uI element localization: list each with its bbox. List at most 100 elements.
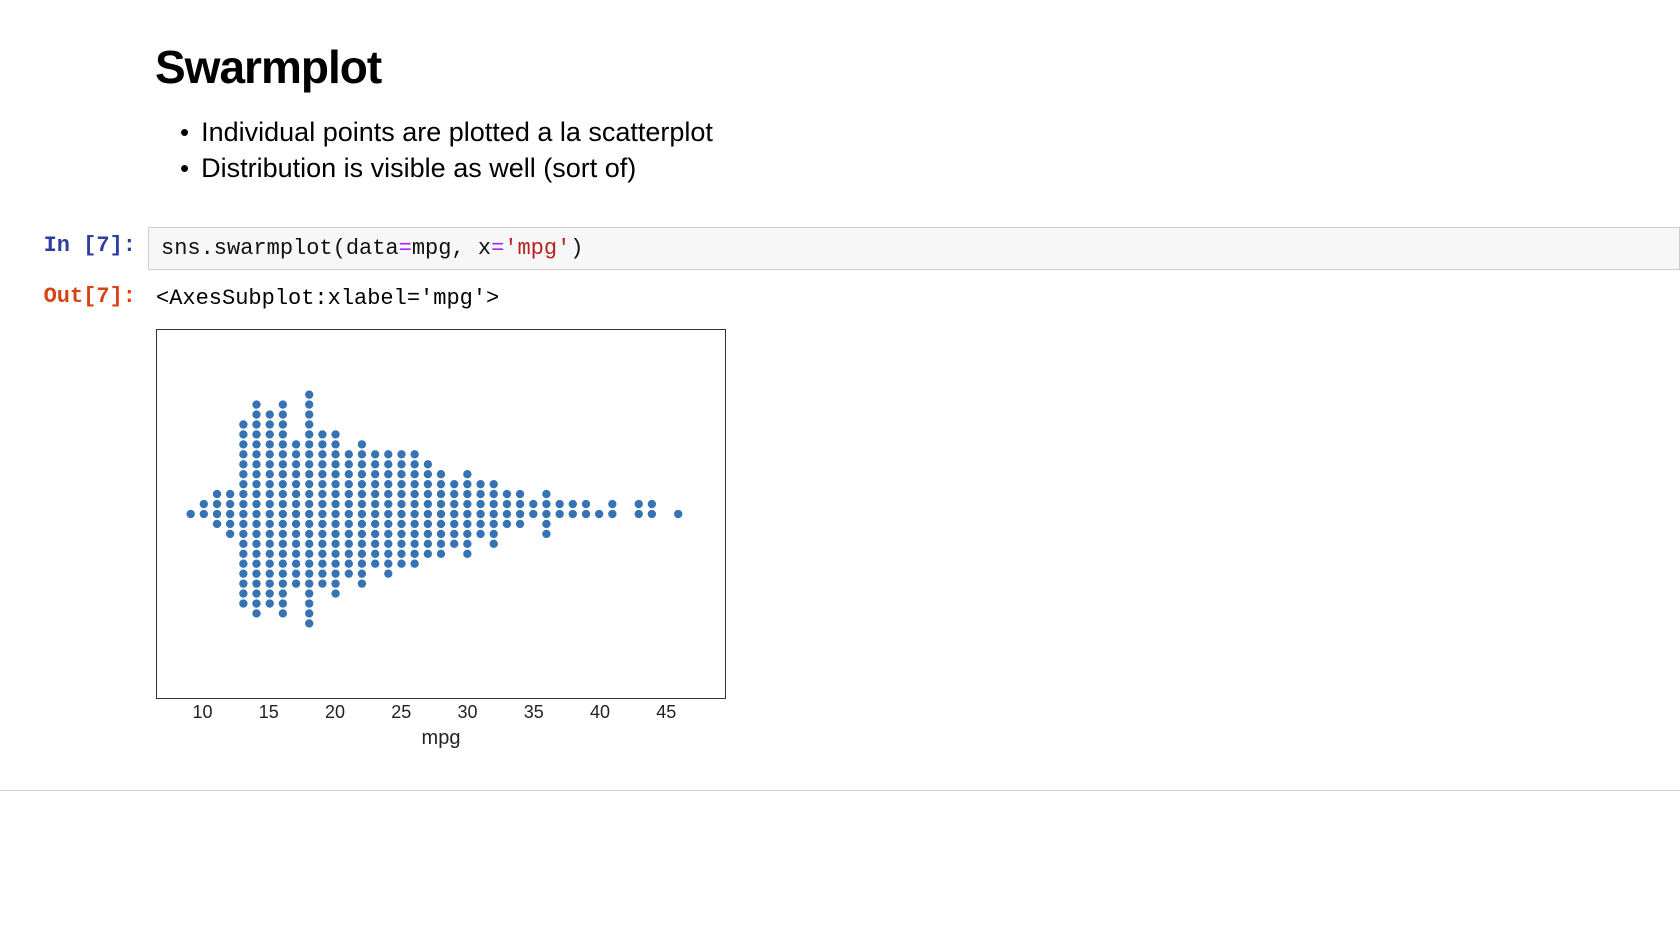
swarm-point <box>476 520 484 528</box>
swarm-point <box>371 549 379 557</box>
swarm-point <box>490 500 498 508</box>
code-input-area[interactable]: sns.swarmplot(data=mpg, x='mpg') <box>148 227 1680 270</box>
swarm-point <box>292 549 300 557</box>
swarm-point <box>503 500 511 508</box>
x-axis-label: mpg <box>156 727 726 750</box>
swarm-point <box>345 559 353 567</box>
swarm-point <box>371 530 379 538</box>
swarm-point <box>371 500 379 508</box>
swarm-point <box>305 400 313 408</box>
swarm-point <box>318 530 326 538</box>
swarm-point <box>239 559 247 567</box>
swarm-point <box>437 470 445 478</box>
swarm-point <box>279 490 287 498</box>
plot-area: 1015202530354045 mpg <box>156 329 726 750</box>
x-tick-label: 10 <box>192 702 212 723</box>
swarm-point <box>345 490 353 498</box>
swarm-point <box>635 510 643 518</box>
swarm-point <box>305 390 313 398</box>
swarm-point <box>345 569 353 577</box>
swarm-point <box>371 450 379 458</box>
swarm-point <box>345 530 353 538</box>
swarm-point <box>213 490 221 498</box>
swarm-point <box>582 510 590 518</box>
swarm-point <box>608 500 616 508</box>
swarm-point <box>305 559 313 567</box>
swarm-point <box>252 609 260 617</box>
input-cell[interactable]: In [7]: sns.swarmplot(data=mpg, x='mpg') <box>0 227 1680 270</box>
swarm-point <box>331 430 339 438</box>
swarm-point <box>252 559 260 567</box>
swarm-point <box>358 470 366 478</box>
swarm-point <box>424 510 432 518</box>
swarm-point <box>358 549 366 557</box>
swarm-point <box>595 510 603 518</box>
swarm-point <box>331 460 339 468</box>
swarm-point <box>371 490 379 498</box>
swarm-point <box>252 520 260 528</box>
swarm-point <box>279 400 287 408</box>
swarm-point <box>384 490 392 498</box>
input-prompt: In [7]: <box>0 227 148 270</box>
swarm-point <box>266 430 274 438</box>
swarm-point <box>450 540 458 548</box>
swarm-point <box>318 510 326 518</box>
swarm-point <box>358 450 366 458</box>
swarm-point <box>239 510 247 518</box>
swarm-point <box>226 520 234 528</box>
swarm-point <box>529 510 537 518</box>
swarm-point <box>305 589 313 597</box>
swarm-point <box>252 530 260 538</box>
swarm-point <box>463 470 471 478</box>
swarm-point <box>358 569 366 577</box>
swarm-point <box>279 609 287 617</box>
swarm-point <box>345 540 353 548</box>
swarm-point <box>279 510 287 518</box>
swarm-point <box>239 490 247 498</box>
code-input[interactable]: sns.swarmplot(data=mpg, x='mpg') <box>148 227 1680 270</box>
swarm-point <box>279 599 287 607</box>
section-heading: Swarmplot <box>155 40 1680 94</box>
swarm-point <box>397 549 405 557</box>
bullet-item: • Distribution is visible as well (sort … <box>180 150 1680 186</box>
swarm-point <box>305 579 313 587</box>
cell-divider <box>0 790 1680 791</box>
swarm-point <box>266 460 274 468</box>
swarm-point <box>292 470 300 478</box>
swarm-point <box>252 599 260 607</box>
swarm-point <box>213 510 221 518</box>
swarm-point <box>345 480 353 488</box>
swarm-point <box>410 510 418 518</box>
swarm-point <box>239 450 247 458</box>
swarm-point <box>437 549 445 557</box>
swarm-point <box>424 520 432 528</box>
swarm-point <box>384 450 392 458</box>
swarm-point <box>266 440 274 448</box>
swarm-point <box>292 500 300 508</box>
swarm-point <box>410 500 418 508</box>
swarm-point <box>239 500 247 508</box>
swarm-point <box>463 500 471 508</box>
swarm-point <box>450 480 458 488</box>
plot-output: 1015202530354045 mpg <box>0 329 1680 750</box>
swarm-point <box>279 500 287 508</box>
swarm-point <box>292 530 300 538</box>
swarm-point <box>213 500 221 508</box>
swarm-point <box>266 599 274 607</box>
swarm-point <box>305 549 313 557</box>
swarm-point <box>345 510 353 518</box>
swarm-point <box>266 420 274 428</box>
swarmplot-svg <box>157 330 725 698</box>
swarm-point <box>292 579 300 587</box>
swarm-point <box>463 480 471 488</box>
swarm-point <box>490 530 498 538</box>
swarm-point <box>424 460 432 468</box>
swarm-point <box>279 559 287 567</box>
swarm-point <box>266 470 274 478</box>
swarm-point <box>542 500 550 508</box>
swarm-point <box>239 569 247 577</box>
swarm-point <box>345 520 353 528</box>
swarm-point <box>397 520 405 528</box>
swarm-point <box>476 490 484 498</box>
swarm-point <box>384 530 392 538</box>
